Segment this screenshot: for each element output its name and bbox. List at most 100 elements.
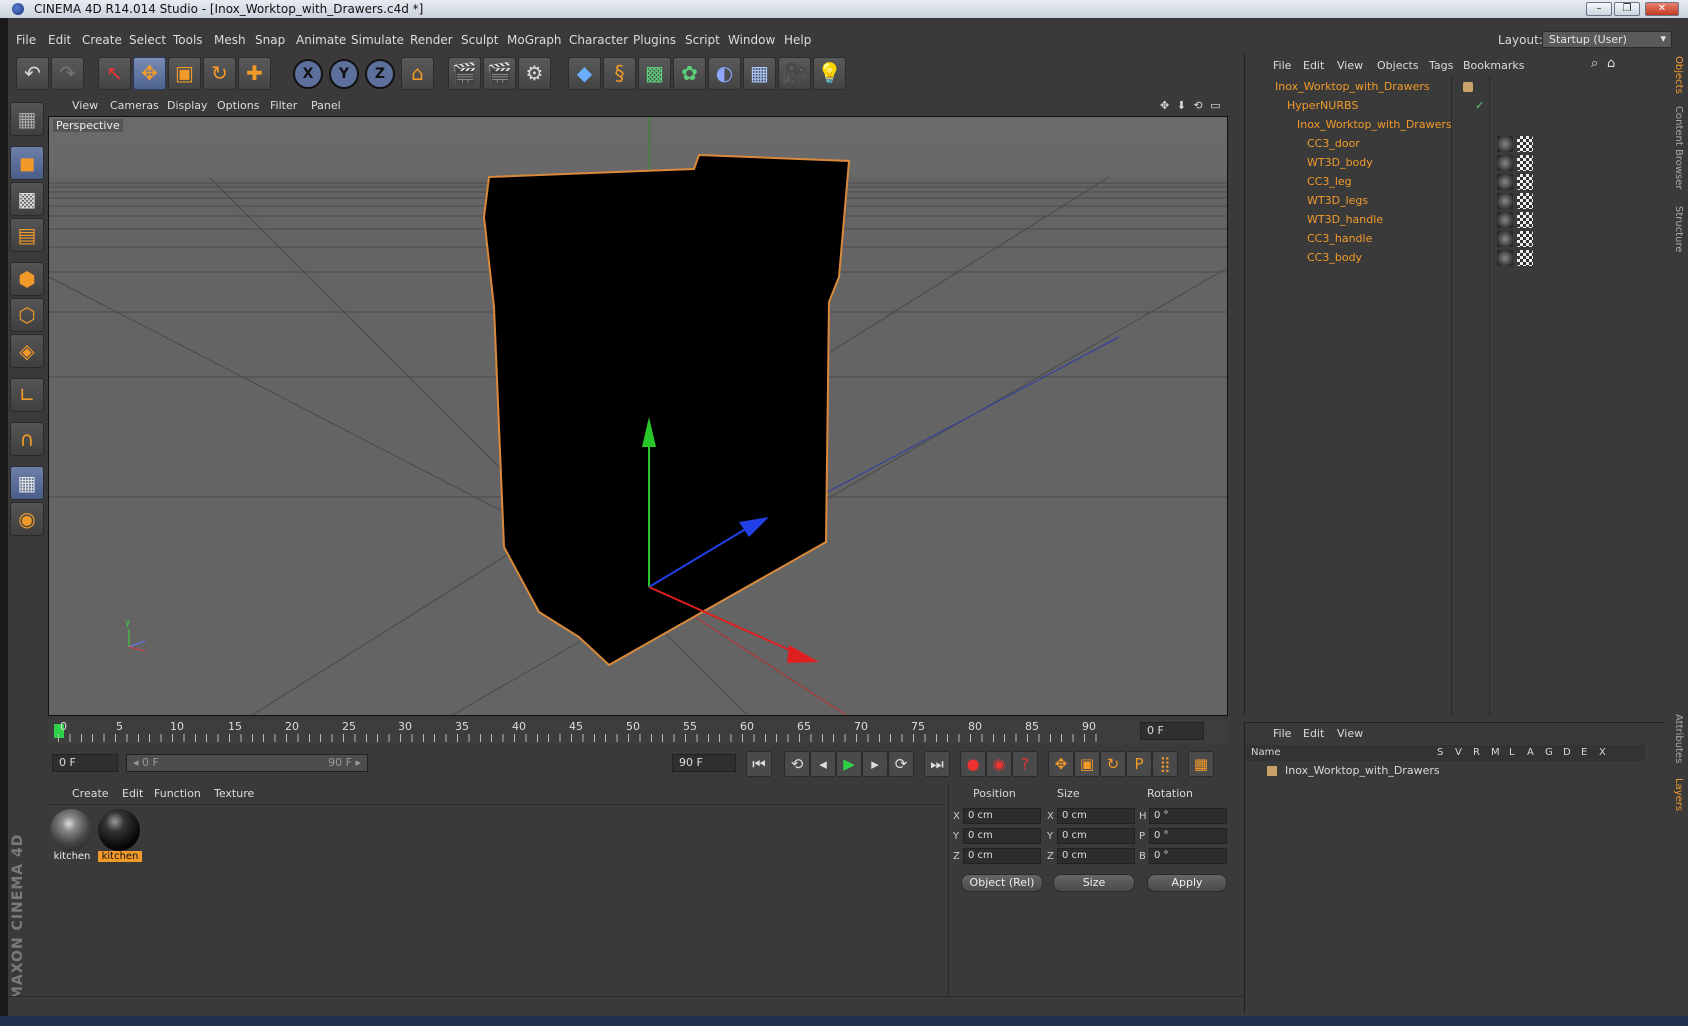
material-menu-edit[interactable]: Edit	[122, 787, 143, 800]
rotation-b-field[interactable]: 0 °	[1149, 848, 1227, 864]
end-frame-field[interactable]: 90 F	[672, 754, 736, 772]
timeline-ruler[interactable]: 0 5 10 15 20 25 30 35 40 45 50 55 60 65 …	[48, 720, 1228, 744]
menu-character[interactable]: Character	[569, 33, 628, 47]
material-menu-function[interactable]: Function	[154, 787, 201, 800]
layout-select[interactable]: Startup (User)	[1542, 31, 1672, 48]
render-view-icon[interactable]: 🎬	[448, 57, 481, 90]
viewport-menu-cameras[interactable]: Cameras	[110, 99, 159, 112]
texture-tag-icon[interactable]	[1517, 174, 1533, 190]
size-y-field[interactable]: 0 cm	[1057, 828, 1135, 844]
tree-row[interactable]: Inox_Worktop_with_Drawers	[1245, 78, 1665, 97]
rotate-icon[interactable]: ↻	[203, 57, 236, 90]
tab-attributes[interactable]: Attributes	[1673, 714, 1684, 763]
material-menu-texture[interactable]: Texture	[214, 787, 254, 800]
material-tag-icon[interactable]	[1497, 250, 1513, 266]
key-position-icon[interactable]: ✥	[1048, 751, 1074, 777]
menu-animate[interactable]: Animate	[296, 33, 346, 47]
tab-objects[interactable]: Objects	[1673, 56, 1684, 94]
minimize-button[interactable]: –	[1586, 2, 1612, 16]
next-frame-icon[interactable]: ▸	[862, 751, 888, 777]
menu-sculpt[interactable]: Sculpt	[461, 33, 498, 47]
points-mode-icon[interactable]: ⬢	[10, 262, 44, 296]
axis-mode-icon[interactable]: ∟	[10, 378, 44, 412]
viewport-menu-view[interactable]: View	[72, 99, 98, 112]
menu-window[interactable]: Window	[728, 33, 775, 47]
layers-menu-file[interactable]: File	[1273, 727, 1291, 740]
home-icon[interactable]: ⌂	[1607, 56, 1615, 71]
material-tag-icon[interactable]	[1497, 193, 1513, 209]
cube-primitive-icon[interactable]: ◆	[568, 57, 601, 90]
key-pla-icon[interactable]: ⣿	[1152, 751, 1178, 777]
menu-render[interactable]: Render	[410, 33, 453, 47]
menu-snap[interactable]: Snap	[255, 33, 285, 47]
scale-icon[interactable]: ▣	[168, 57, 201, 90]
z-axis-lock-icon[interactable]: Z	[365, 59, 395, 89]
position-x-field[interactable]: 0 cm	[963, 808, 1041, 824]
menu-create[interactable]: Create	[82, 33, 122, 47]
light-icon[interactable]: 💡	[813, 57, 846, 90]
texture-tag-icon[interactable]	[1517, 193, 1533, 209]
tree-row[interactable]: CC3_body	[1245, 249, 1665, 268]
viewport-menu-options[interactable]: Options	[217, 99, 259, 112]
previous-frame-icon[interactable]: ◂	[810, 751, 836, 777]
perspective-viewport[interactable]: y Perspective	[48, 116, 1228, 716]
record-icon[interactable]: ●	[960, 751, 986, 777]
tab-layers[interactable]: Layers	[1673, 778, 1684, 811]
menu-tools[interactable]: Tools	[173, 33, 203, 47]
workplane-mode-icon[interactable]: ▤	[10, 218, 44, 252]
close-button[interactable]: ✕	[1645, 2, 1679, 16]
play-icon[interactable]: ▶	[836, 751, 862, 777]
material-tag-icon[interactable]	[1497, 174, 1513, 190]
objects-menu-view[interactable]: View	[1337, 59, 1363, 72]
position-z-field[interactable]: 0 cm	[963, 848, 1041, 864]
texture-tag-icon[interactable]	[1517, 212, 1533, 228]
keyframe-selection-icon[interactable]: ?	[1012, 751, 1038, 777]
key-parameter-icon[interactable]: P	[1126, 751, 1152, 777]
tree-row[interactable]: WT3D_body	[1245, 154, 1665, 173]
position-y-field[interactable]: 0 cm	[963, 828, 1041, 844]
floor-icon[interactable]: ▦	[743, 57, 776, 90]
restore-button[interactable]: ❐	[1614, 2, 1640, 16]
menu-select[interactable]: Select	[129, 33, 166, 47]
layer-color-swatch[interactable]	[1267, 766, 1277, 776]
tree-row[interactable]: HyperNURBS ✓	[1245, 97, 1665, 116]
start-frame-field[interactable]: 0 F	[52, 754, 118, 772]
x-axis-lock-icon[interactable]: X	[293, 59, 323, 89]
coordinate-mode-select[interactable]: Object (Rel)	[961, 874, 1043, 892]
size-x-field[interactable]: 0 cm	[1057, 808, 1135, 824]
menu-mograph[interactable]: MoGraph	[507, 33, 562, 47]
workplane-lock-icon[interactable]: ▦	[10, 466, 44, 500]
render-settings-icon[interactable]: ⚙	[518, 57, 551, 90]
check-mark-icon[interactable]: ✓	[1475, 99, 1484, 112]
magnet-icon[interactable]: ∩	[10, 422, 44, 456]
go-to-end-icon[interactable]: ⏭	[924, 751, 950, 777]
render-picture-viewer-icon[interactable]: 🎬	[483, 57, 516, 90]
edges-mode-icon[interactable]: ⬡	[10, 298, 44, 332]
tab-structure[interactable]: Structure	[1673, 206, 1684, 253]
menu-help[interactable]: Help	[784, 33, 811, 47]
tab-content-browser[interactable]: Content Browser	[1673, 106, 1684, 189]
current-frame-field[interactable]: 0 F	[1140, 722, 1204, 740]
previous-key-icon[interactable]: ⟲	[784, 751, 810, 777]
redo-icon[interactable]: ↷	[51, 57, 84, 90]
rotation-h-field[interactable]: 0 °	[1149, 808, 1227, 824]
objects-menu-edit[interactable]: Edit	[1303, 59, 1324, 72]
tree-row[interactable]: CC3_leg	[1245, 173, 1665, 192]
viewport-menu-filter[interactable]: Filter	[270, 99, 297, 112]
object-mode-icon[interactable]: ◼	[10, 146, 44, 180]
objects-menu-objects[interactable]: Objects	[1377, 59, 1419, 72]
menu-file[interactable]: File	[16, 33, 36, 47]
range-slider[interactable]: ◂ 0 F 90 F ▸	[126, 754, 368, 772]
size-z-field[interactable]: 0 cm	[1057, 848, 1135, 864]
next-key-icon[interactable]: ⟳	[888, 751, 914, 777]
last-tool-icon[interactable]: ✚	[238, 57, 271, 90]
nurbs-icon[interactable]: ▩	[638, 57, 671, 90]
array-icon[interactable]: ✿	[673, 57, 706, 90]
world-coordinates-icon[interactable]: ⌂	[401, 57, 434, 90]
spline-icon[interactable]: §	[603, 57, 636, 90]
rotation-p-field[interactable]: 0 °	[1149, 828, 1227, 844]
material-swatch-selected[interactable]: kitchen	[98, 809, 142, 865]
layer-row[interactable]: Inox_Worktop_with_Drawers	[1245, 763, 1645, 779]
polygons-mode-icon[interactable]: ◈	[10, 334, 44, 368]
tree-row[interactable]: WT3D_handle	[1245, 211, 1665, 230]
